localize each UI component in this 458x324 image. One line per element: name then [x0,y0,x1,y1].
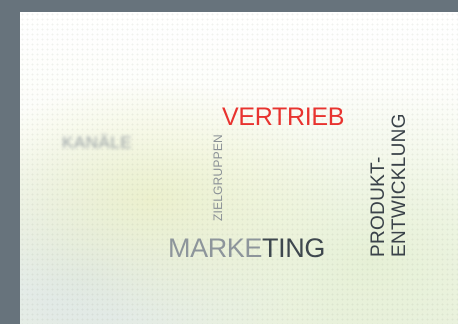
word-kanale: KANÄLE [62,133,133,152]
word-vertrieb: VERTRIEB [222,103,345,131]
word-marketing-part1: MARKE [168,233,263,263]
word-zielgruppen: ZIELGRUPPEN [211,134,225,221]
word-marketing-part2: TING [262,233,325,263]
word-entwicklung: ENTWICKLUNG [389,113,410,257]
word-cloud-photo: KANÄLE VERTRIEB ZIELGRUPPEN MARKETING PR… [20,12,458,324]
word-produkt: PRODUKT- [368,156,389,257]
word-marketing: MARKETING [168,235,325,262]
image-frame: KANÄLE VERTRIEB ZIELGRUPPEN MARKETING PR… [0,0,458,324]
